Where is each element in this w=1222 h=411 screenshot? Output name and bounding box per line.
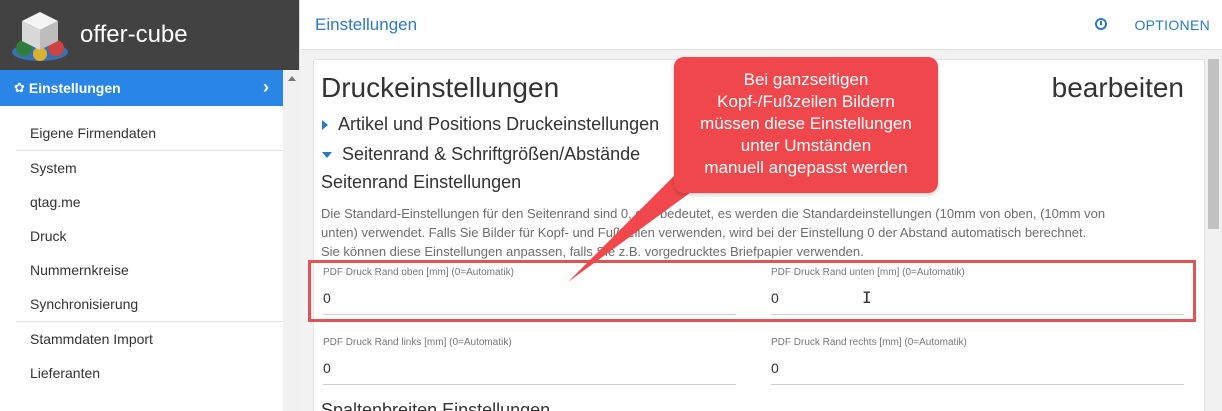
chevron-right-icon: ›	[263, 77, 269, 97]
sidebar-item-firmendaten[interactable]: Eigene Firmendaten	[16, 116, 283, 150]
field-rand-rechts: PDF Druck Rand rechts [mm] (0=Automatik)…	[771, 337, 1184, 385]
offer-cube-logo-icon	[10, 6, 72, 64]
page-title: Einstellungen	[315, 15, 418, 34]
top-bar: Einstellungen OPTIONEN	[300, 0, 1222, 50]
sidebar-active-label: Einstellungen	[28, 80, 121, 96]
settings-menu: Eigene Firmendaten System qtag.me Druck …	[16, 116, 283, 390]
field-rand-links: PDF Druck Rand links [mm] (0=Automatik) …	[323, 337, 736, 385]
clock-icon[interactable]	[1095, 18, 1107, 30]
callout-line: müssen diese Einstellungen	[700, 114, 912, 133]
sidebar: offer-cube ✿ Einstellungen › Eigene Firm…	[0, 0, 300, 411]
rand-rechts-input[interactable]: 0	[771, 360, 1184, 385]
sidebar-item-druck[interactable]: Druck	[16, 219, 283, 253]
sidebar-item-stammdaten-import[interactable]: Stammdaten Import	[16, 322, 283, 356]
subheading-seitenrand: Seitenrand Einstellungen	[321, 172, 522, 192]
brand-header[interactable]: offer-cube	[0, 0, 299, 70]
callout-line: Bei ganzseitigen	[743, 70, 869, 89]
caret-down-icon	[322, 152, 332, 159]
sidebar-item-system[interactable]: System	[16, 151, 283, 185]
scroll-thumb[interactable]	[1208, 59, 1219, 229]
main-scrollbar[interactable]	[1205, 51, 1222, 411]
caret-right-icon	[322, 120, 328, 131]
callout-line: unter Umständen	[740, 136, 872, 155]
callout-line: manuell angepasst werden	[704, 158, 908, 177]
card-title: Druckeinstellungen	[321, 72, 560, 103]
sidebar-item-qtag[interactable]: qtag.me	[16, 185, 283, 219]
edit-button[interactable]: bearbeiten	[1052, 72, 1184, 104]
field-label: PDF Druck Rand links [mm] (0=Automatik)	[323, 337, 512, 348]
annotation-callout: Bei ganzseitigen Kopf-/Fußzeilen Bildern…	[674, 57, 938, 193]
section-label: Artikel und Positions Druckeinstellungen	[338, 114, 660, 134]
gear-icon: ✿	[14, 80, 25, 95]
text-cursor-icon: I	[862, 288, 872, 307]
scroll-up-arrow-icon[interactable]	[288, 76, 296, 81]
sidebar-item-nummernkreise[interactable]: Nummernkreise	[16, 253, 283, 287]
section-artikel-druck[interactable]: Artikel und Positions Druckeinstellungen	[322, 114, 659, 135]
options-button[interactable]: OPTIONEN	[1134, 17, 1210, 33]
rand-links-input[interactable]: 0	[323, 360, 736, 385]
sidebar-item-einstellungen[interactable]: ✿ Einstellungen ›	[0, 70, 283, 106]
subheading-spaltenbreiten: Spaltenbreiten Einstellungen	[321, 400, 551, 411]
field-label: PDF Druck Rand rechts [mm] (0=Automatik)	[771, 337, 967, 348]
sidebar-item-lieferanten[interactable]: Lieferanten	[16, 356, 283, 390]
sidebar-item-synchronisierung[interactable]: Synchronisierung	[16, 287, 283, 321]
sidebar-scrollbar[interactable]	[283, 70, 300, 411]
callout-line: Kopf-/Fußzeilen Bildern	[717, 92, 895, 111]
app-name: offer-cube	[80, 21, 188, 48]
